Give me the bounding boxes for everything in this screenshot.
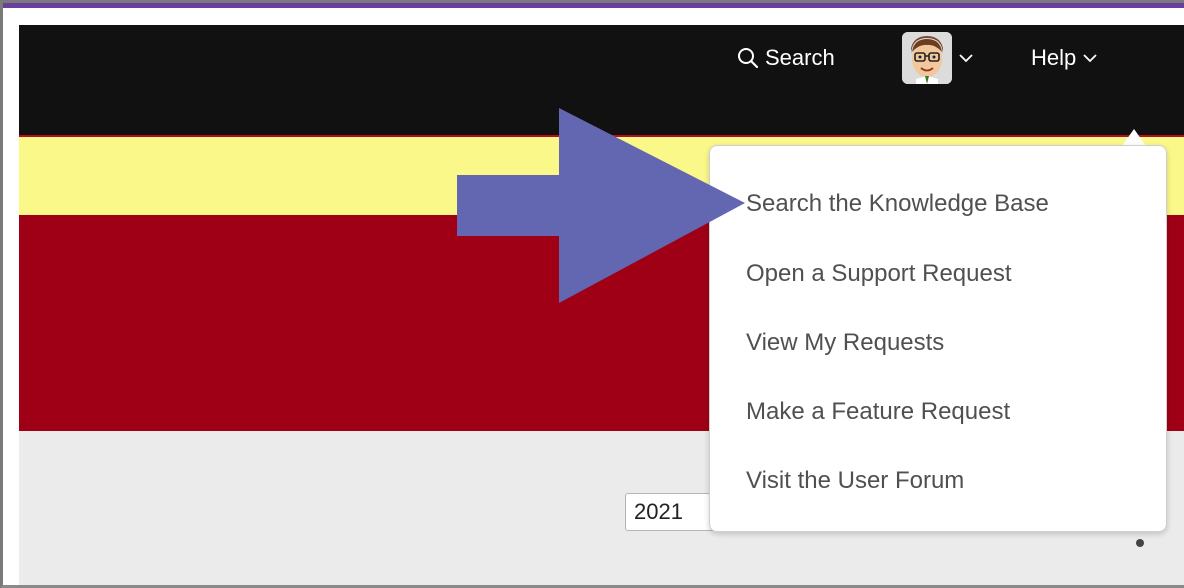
top-accent-bar xyxy=(3,3,1184,8)
menu-item-search-knowledge-base[interactable]: Search the Knowledge Base xyxy=(746,184,1049,224)
screenshot-frame: Search Help 2021 Search the Knowledge Ba… xyxy=(0,0,1184,588)
menu-item-make-feature-request[interactable]: Make a Feature Request xyxy=(746,392,1010,432)
menu-item-open-support-request[interactable]: Open a Support Request xyxy=(746,254,1012,294)
chevron-down-icon xyxy=(958,53,974,63)
help-label: Help xyxy=(1031,45,1077,70)
dropdown-caret xyxy=(1122,129,1146,146)
user-menu-button[interactable] xyxy=(902,31,974,85)
menu-item-visit-user-forum[interactable]: Visit the User Forum xyxy=(746,461,964,501)
menu-item-view-my-requests[interactable]: View My Requests xyxy=(746,323,944,363)
search-button[interactable]: Search xyxy=(737,42,835,74)
top-navbar xyxy=(19,25,1184,135)
chevron-down-icon xyxy=(1082,53,1098,63)
search-icon xyxy=(737,47,759,69)
help-menu-button[interactable]: Help xyxy=(1031,42,1098,74)
avatar xyxy=(902,32,952,84)
more-indicator-dot xyxy=(1136,539,1144,547)
search-label: Search xyxy=(765,45,835,70)
help-dropdown-menu: Search the Knowledge Base Open a Support… xyxy=(709,145,1167,532)
